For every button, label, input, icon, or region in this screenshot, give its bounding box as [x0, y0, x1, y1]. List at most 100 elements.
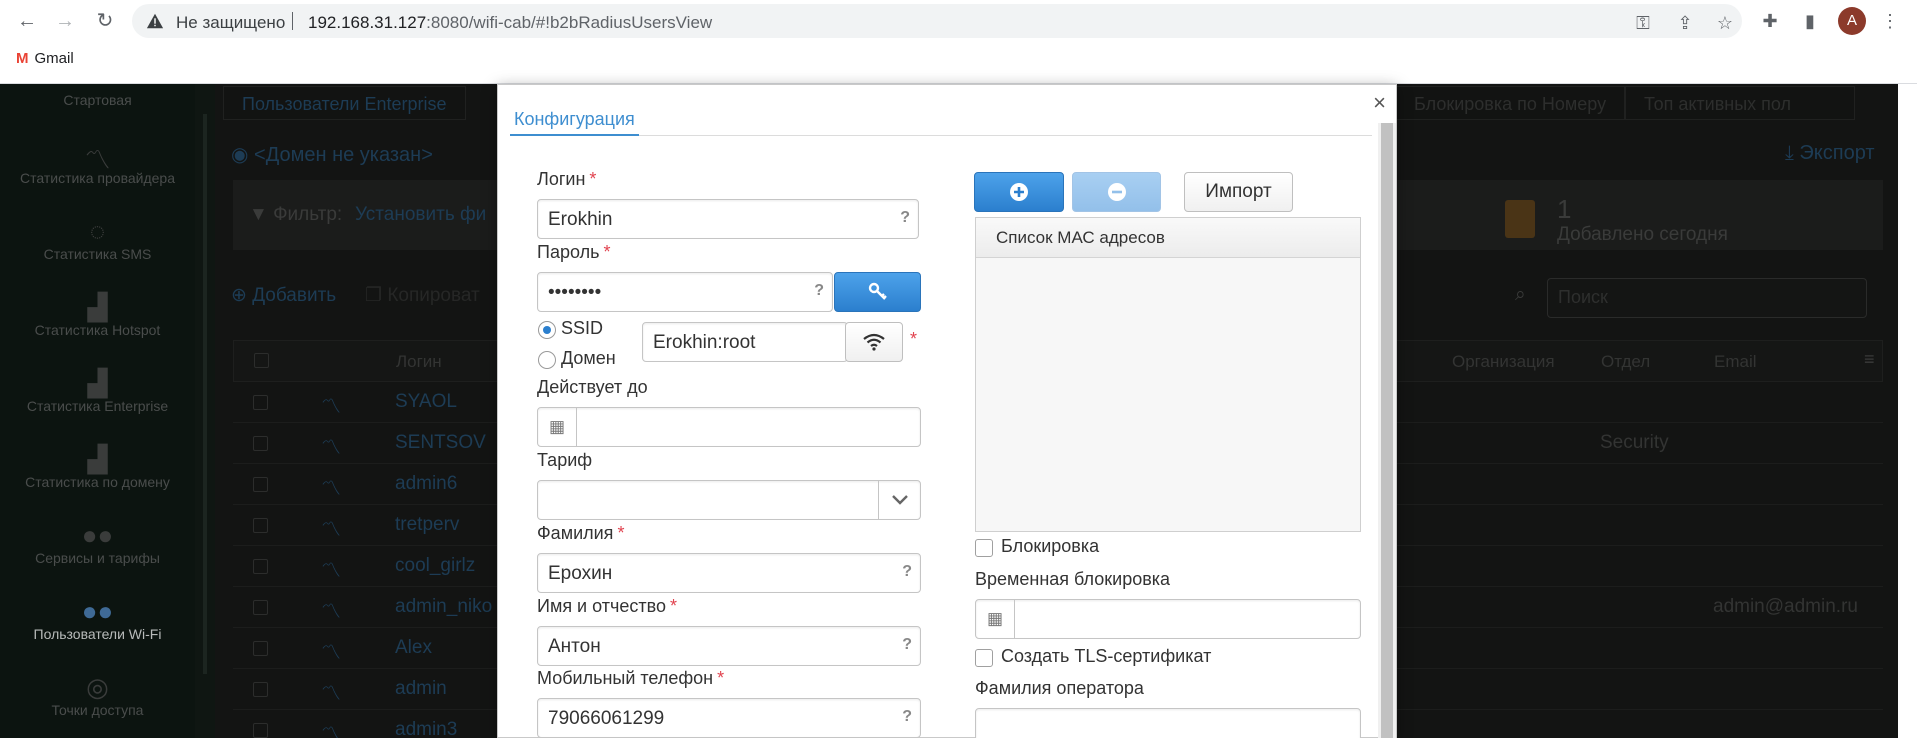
phone-field[interactable]: 79066061299? — [537, 698, 921, 738]
row-login[interactable]: admin_niko — [395, 596, 492, 618]
filter-link[interactable]: Установить фи — [355, 204, 486, 226]
password-field[interactable]: ••••••••? — [537, 272, 833, 312]
help-icon[interactable]: ? — [814, 282, 824, 300]
row-login[interactable]: admin6 — [395, 473, 457, 495]
sidebar-item-access-points[interactable]: ◎ Точки доступа — [0, 672, 195, 718]
ssid-radio[interactable] — [538, 321, 556, 339]
chart-line-icon[interactable]: 〽 — [321, 718, 341, 738]
help-icon[interactable]: ? — [902, 636, 912, 654]
row-checkbox[interactable] — [253, 518, 268, 533]
chart-line-icon[interactable]: 〽 — [321, 472, 341, 501]
mac-address-list[interactable]: Список МАС адресов — [975, 217, 1361, 532]
column-department[interactable]: Отдел — [1601, 352, 1650, 372]
row-checkbox[interactable] — [253, 723, 268, 738]
bookmark-gmail[interactable]: M Gmail — [16, 50, 74, 67]
url-text[interactable]: 192.168.31.127:8080/wifi-cab/#!b2bRadius… — [308, 13, 712, 33]
sidebar-item-services[interactable]: ●● Сервисы и тарифы — [0, 520, 195, 566]
operator-lastname-field[interactable] — [975, 708, 1361, 738]
extensions-icon[interactable]: ✚ — [1758, 9, 1782, 33]
chart-line-icon[interactable]: 〽 — [321, 595, 341, 624]
remove-mac-button[interactable] — [1072, 172, 1161, 212]
tariff-select[interactable] — [537, 480, 921, 520]
tariff-dropdown-button[interactable] — [878, 481, 920, 519]
columns-menu-icon[interactable]: ≡ — [1864, 349, 1875, 370]
lastname-field[interactable]: Ерохин? — [537, 553, 921, 593]
sidebar-item-start[interactable]: Стартовая — [0, 92, 195, 108]
chart-line-icon[interactable]: 〽 — [321, 390, 341, 419]
sidebar-item-sms-stats[interactable]: ◌ Статистика SMS — [0, 216, 195, 262]
help-icon[interactable]: ? — [902, 563, 912, 581]
bookmark-star-icon[interactable]: ☆ — [1714, 12, 1736, 34]
row-checkbox[interactable] — [253, 600, 268, 615]
domain-link[interactable]: ◉ <Домен не указан> — [231, 142, 433, 167]
column-login[interactable]: Логин — [396, 352, 442, 372]
back-icon[interactable]: ← — [14, 8, 40, 34]
row-checkbox[interactable] — [253, 477, 268, 492]
row-login[interactable]: tretperv — [395, 514, 459, 536]
tls-checkbox[interactable] — [975, 649, 993, 667]
row-checkbox[interactable] — [253, 436, 268, 451]
login-field[interactable]: Erokhin? — [537, 199, 919, 239]
key-icon[interactable]: ⚿ — [1632, 12, 1654, 34]
close-icon[interactable]: × — [1373, 92, 1386, 114]
sidebar-item-domain-stats[interactable]: ▟ Статистика по домену — [0, 444, 195, 490]
select-all-checkbox[interactable] — [254, 353, 269, 368]
share-icon[interactable]: ⇪ — [1674, 12, 1696, 34]
sidebar-scrollbar[interactable] — [195, 84, 215, 738]
generate-password-button[interactable] — [834, 272, 921, 312]
help-icon[interactable]: ? — [900, 209, 910, 227]
menu-dots-icon[interactable]: ⋮ — [1878, 9, 1902, 33]
column-email[interactable]: Email — [1714, 352, 1757, 372]
import-button[interactable]: Импорт — [1184, 172, 1293, 212]
sidebar-item-wifi-users[interactable]: ●● Пользователи Wi-Fi — [0, 596, 195, 642]
chart-line-icon[interactable]: 〽 — [321, 636, 341, 665]
scroll-thumb[interactable] — [1381, 123, 1393, 738]
address-bar[interactable]: Не защищено 192.168.31.127:8080/wifi-cab… — [132, 4, 1742, 38]
tab-top-active[interactable]: Топ активных пол — [1625, 86, 1855, 120]
domain-radio[interactable] — [538, 351, 556, 369]
dialog-scrollbar[interactable] — [1378, 123, 1396, 738]
row-checkbox[interactable] — [253, 641, 268, 656]
column-organization[interactable]: Организация — [1452, 352, 1555, 372]
sidebar-item-enterprise-stats[interactable]: ▟ Статистика Enterprise — [0, 368, 195, 414]
scroll-thumb[interactable] — [203, 114, 207, 674]
sidebar-item-provider-stats[interactable]: 〽 Статистика провайдера — [0, 140, 195, 186]
valid-until-date-field[interactable]: ▦ — [537, 407, 921, 447]
temp-block-date-field[interactable]: ▦ — [975, 599, 1361, 639]
sidebar-item-hotspot-stats[interactable]: ▟ Статистика Hotspot — [0, 292, 195, 338]
calendar-button[interactable]: ▦ — [976, 600, 1015, 638]
tab-enterprise-users[interactable]: Пользователи Enterprise — [223, 86, 466, 120]
gmail-icon: M — [16, 50, 29, 67]
row-login[interactable]: cool_girlz — [395, 555, 475, 577]
copy-button[interactable]: ❐ Копироват — [365, 284, 480, 307]
ssid-field[interactable]: Erokhin:root — [642, 322, 848, 362]
add-button[interactable]: ⊕ Добавить — [231, 284, 336, 307]
side-panel-icon[interactable]: ▮ — [1798, 9, 1822, 33]
forward-icon[interactable]: → — [52, 8, 78, 34]
block-checkbox[interactable] — [975, 539, 993, 557]
avatar[interactable]: A — [1838, 7, 1866, 35]
reload-icon[interactable]: ↻ — [92, 8, 118, 34]
add-mac-button[interactable] — [974, 172, 1064, 212]
row-login[interactable]: Alex — [395, 637, 432, 659]
required-mark: * — [617, 523, 625, 543]
firstname-field[interactable]: Антон? — [537, 626, 921, 666]
export-button[interactable]: ⤓ Экспорт — [1785, 142, 1875, 165]
chart-line-icon[interactable]: 〽 — [321, 677, 341, 706]
calendar-button[interactable]: ▦ — [538, 408, 577, 446]
wifi-button[interactable] — [845, 322, 903, 362]
row-login[interactable]: SENTSOV — [395, 432, 486, 454]
row-login[interactable]: admin3 — [395, 719, 457, 738]
chart-line-icon[interactable]: 〽 — [321, 431, 341, 460]
row-login[interactable]: SYAOL — [395, 391, 457, 413]
row-checkbox[interactable] — [253, 395, 268, 410]
row-login[interactable]: admin — [395, 678, 447, 700]
tab-block-by-number[interactable]: Блокировка по Номеру — [1395, 86, 1626, 120]
chart-line-icon[interactable]: 〽 — [321, 513, 341, 542]
row-checkbox[interactable] — [253, 682, 268, 697]
chart-line-icon[interactable]: 〽 — [321, 554, 341, 583]
tab-configuration[interactable]: Конфигурация — [510, 103, 639, 136]
help-icon[interactable]: ? — [902, 708, 912, 726]
search-input[interactable]: Поиск — [1547, 278, 1867, 318]
row-checkbox[interactable] — [253, 559, 268, 574]
